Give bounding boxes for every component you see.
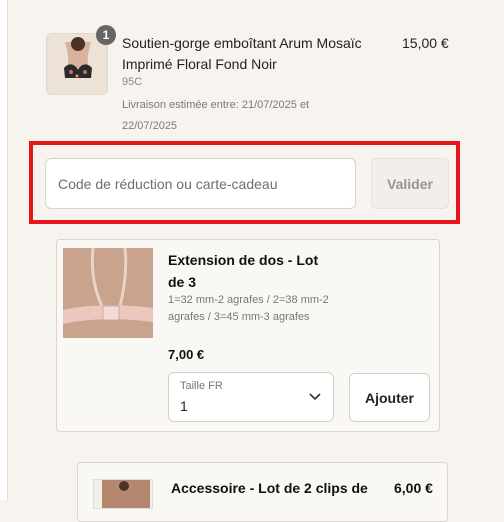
- upsell-price: 7,00 €: [168, 347, 205, 362]
- upsell-product-image: [93, 479, 153, 509]
- quantity-badge: 1: [96, 25, 116, 45]
- shipping-estimate: Livraison estimée entre: 21/07/2025 et 2…: [122, 99, 310, 132]
- add-upsell-button[interactable]: Ajouter: [349, 373, 430, 422]
- upsell-title[interactable]: Accessoire - Lot de 2 clips de: [171, 480, 368, 496]
- chevron-down-icon: [309, 393, 321, 401]
- size-select-value: 1: [180, 398, 188, 414]
- page-edge: [0, 0, 8, 500]
- product-price: 15,00 €: [402, 35, 449, 51]
- product-thumbnail-wrap: 1: [46, 25, 116, 95]
- upsell-title[interactable]: Extension de dos - Lot de 3: [168, 249, 338, 293]
- upsell-price: 6,00 €: [394, 480, 433, 496]
- upsell-product-image: [63, 248, 153, 338]
- product-variant: 95C: [122, 76, 143, 88]
- product-title: Soutien-gorge emboîtant Arum Mosaïc Impr…: [122, 35, 362, 72]
- highlight-annotation-box: [29, 141, 460, 224]
- upsell-description: 1=32 mm-2 agrafes / 2=38 mm-2 agrafes / …: [168, 294, 329, 323]
- size-select-label: Taille FR: [180, 380, 223, 392]
- size-select[interactable]: Taille FR 1: [168, 372, 334, 422]
